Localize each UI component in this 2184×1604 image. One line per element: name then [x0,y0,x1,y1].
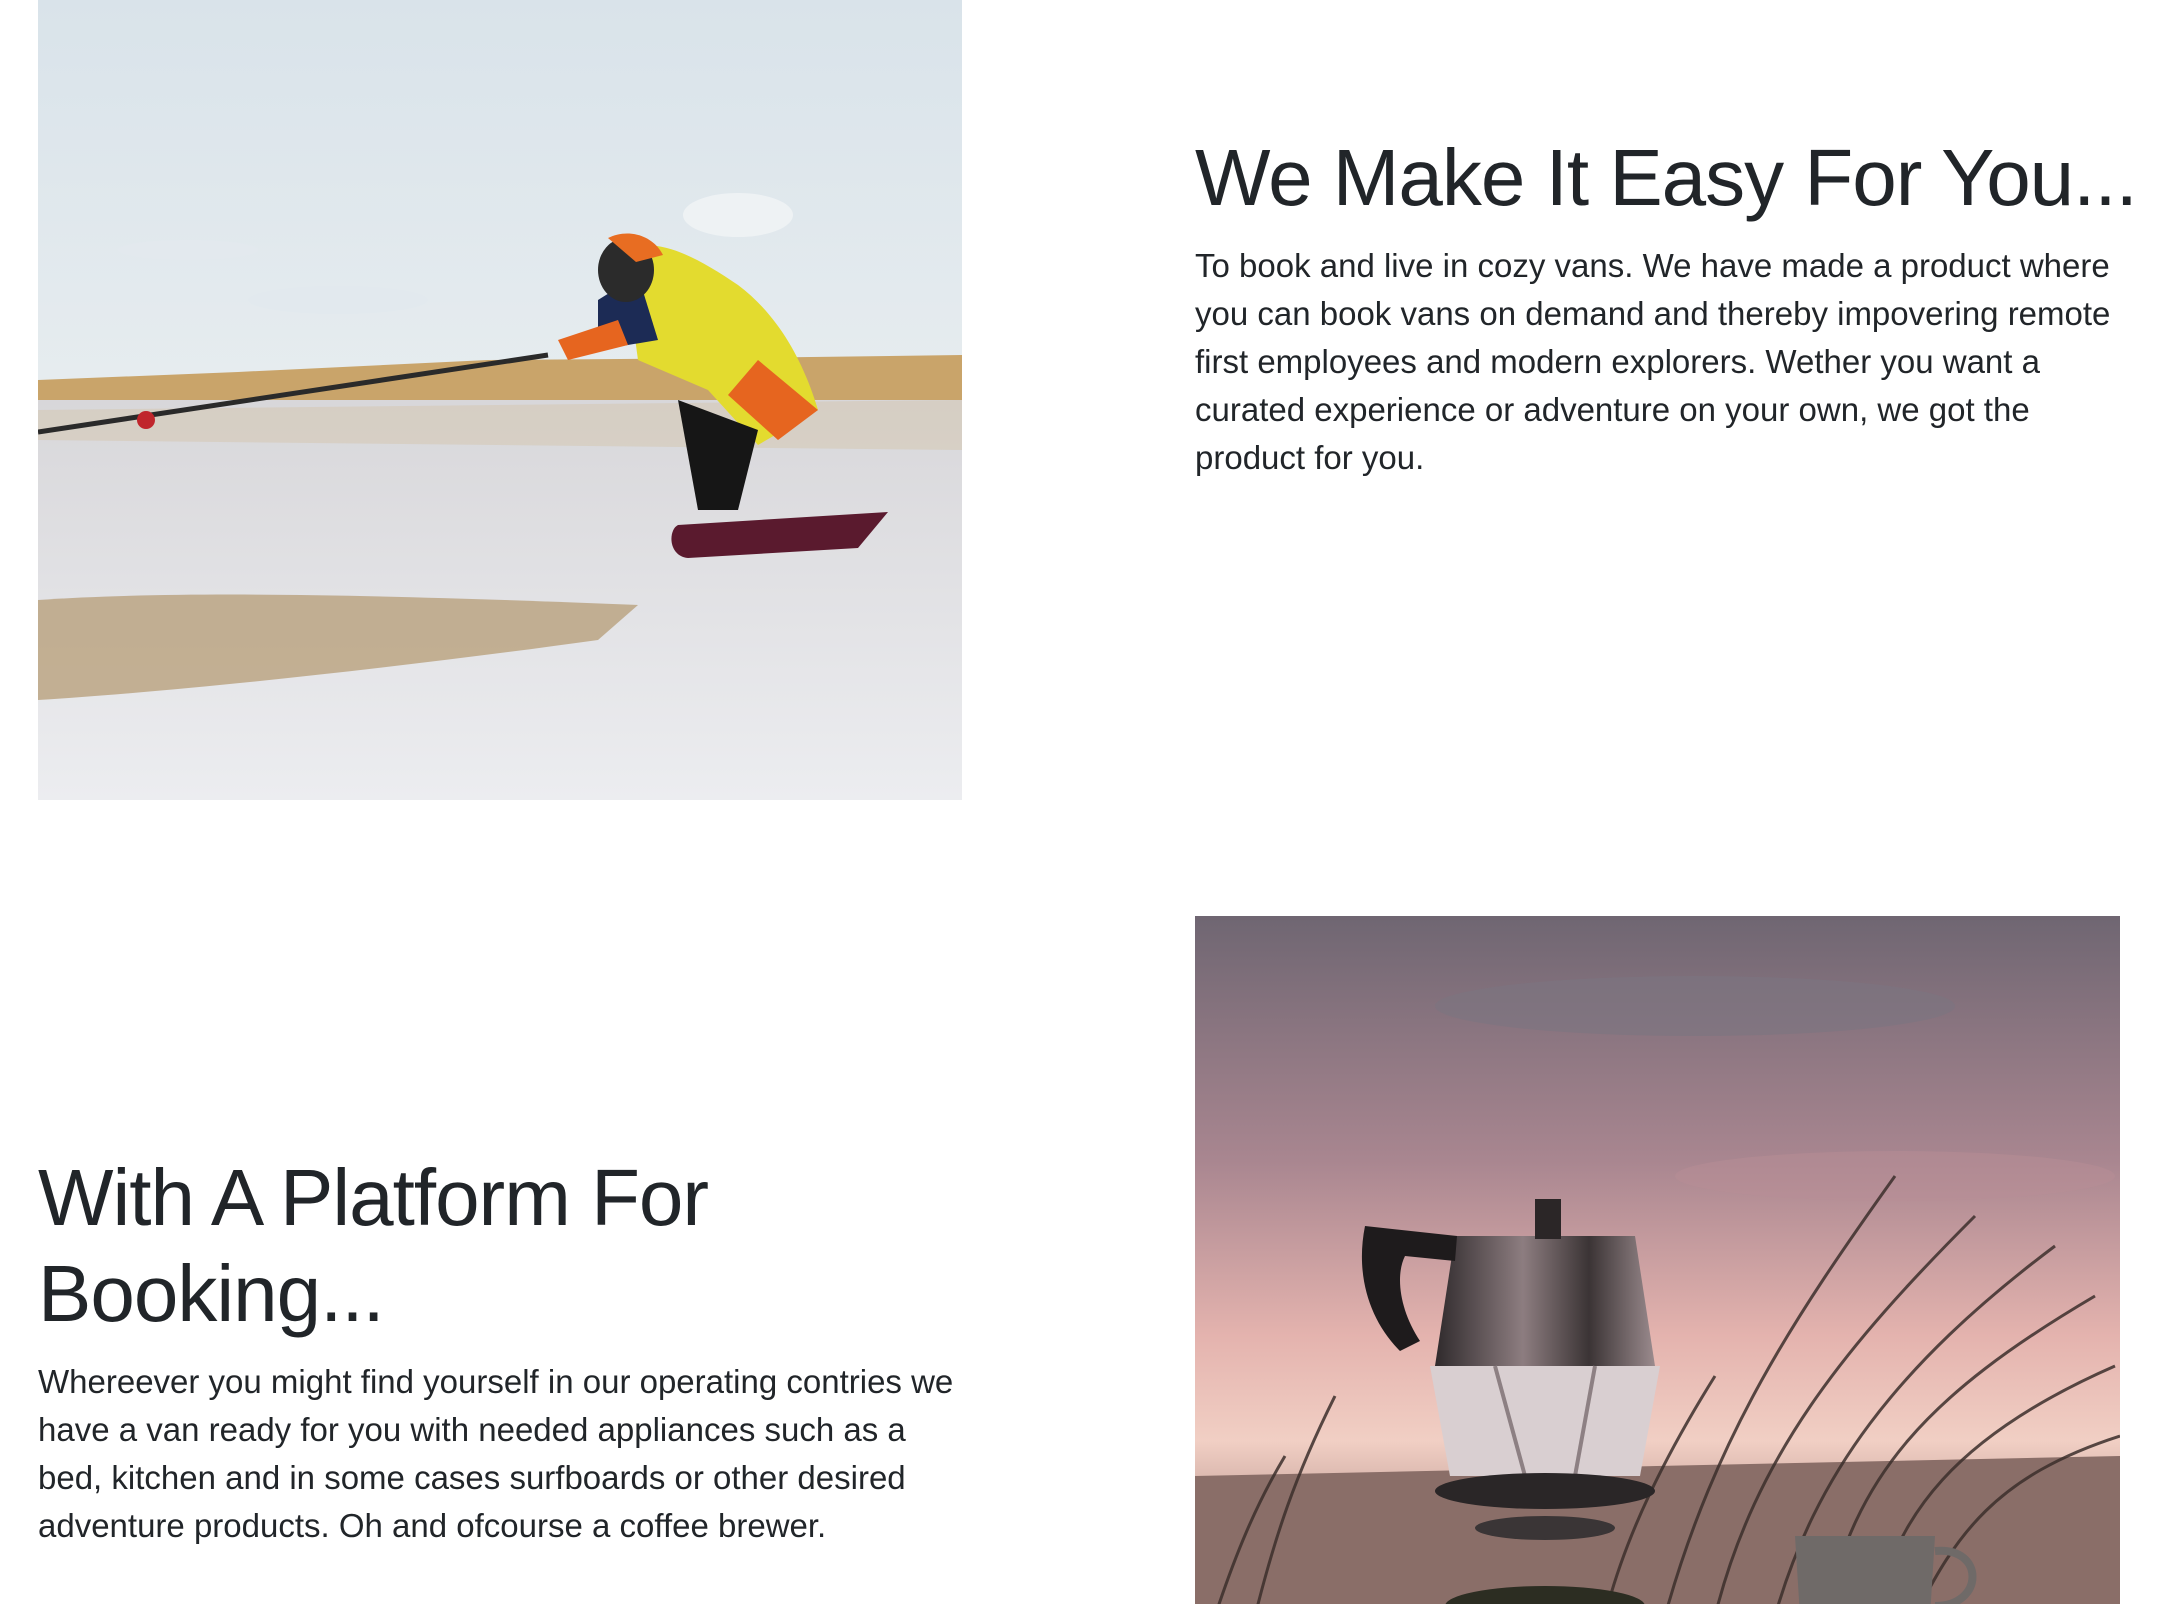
snowkite-photo [38,0,962,800]
section-1-text: To book and live in cozy vans. We have m… [1195,247,2111,476]
snowkite-illustration [38,0,962,800]
section-1-heading: We Make It Easy For You... [1195,133,2138,222]
section-2-text: Whereever you might find yourself in our… [38,1363,954,1544]
coffee-brewer-photo [1195,916,2120,1604]
page: We Make It Easy For You... To book and l… [0,0,2184,1604]
section-2-heading: With A Platform For Booking... [38,1153,709,1338]
coffee-brewer-illustration [1195,916,2120,1604]
